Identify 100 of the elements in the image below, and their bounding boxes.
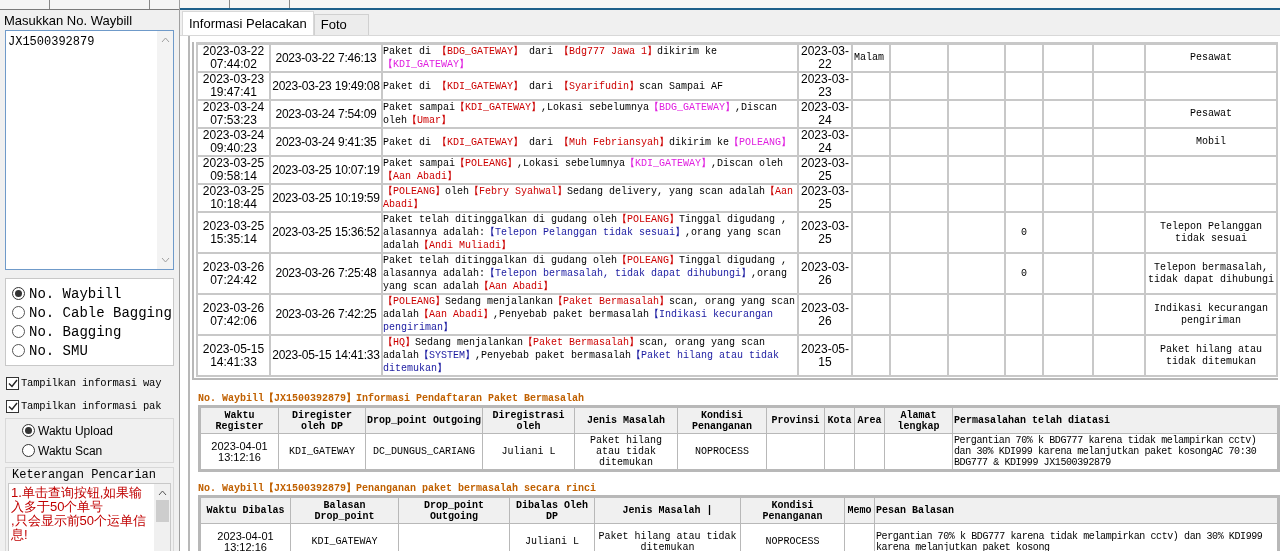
table-cell: 2023-03-26 [798,294,852,335]
radio-option[interactable]: Waktu Upload [22,421,173,440]
table-cell: 2023-04-01 13:12:16 [200,523,291,551]
section-title: No. Waybill【JX1500392879】Penanganan paket bermasalah secara rinci [197,482,598,495]
table-cell: Paket di 【KDI_GATEWAY】 dari 【Muh Febriansyah】dikirim ke【POLEANG】 [382,128,798,156]
column-header: Balasan Drop_point [290,497,399,524]
table-cell: 2023-03-26 7:25:48 [270,253,382,294]
scroll-thumb[interactable] [155,500,169,522]
checkbox-label: Tampilkan informasi pak [21,398,162,414]
table-cell: Telepon Pelanggan tidak sesuai [1145,212,1277,253]
column-header: Waktu Dibalas [200,497,291,524]
table-cell: Paket hilang atau tidak ditemukan [1145,335,1277,376]
table-cell: 0 [1005,212,1043,253]
scrollbar[interactable] [154,484,170,551]
table-cell: 2023-05-15 14:41:33 [270,335,382,376]
table-cell: 2023-03-25 10:18:44 [197,184,270,212]
tab[interactable]: Foto [313,14,369,35]
column-header: Dibalas Oleh DP [509,497,595,524]
radio-option[interactable]: No. SMU [12,341,173,360]
column-header: Jenis Masalah [574,407,678,434]
column-header: Permasalahan telah diatasi [952,407,1278,434]
column-header: Jenis Masalah | [594,497,741,524]
table-cell: Pergantian 70% k BDG777 karena tidak melampirkan cctv) dan 30% KDI999 karena melanjutkan paket kosong [874,523,1278,551]
table-cell: 2023-03-24 [798,100,852,128]
table-cell: 2023-03-25 [798,212,852,253]
radio-option[interactable]: No. Waybill [12,284,173,303]
table-cell: 【POLEANG】oleh【Febry Syahwal】Sedang delivery, yang scan adalah【Aan Abadi】 [382,184,798,212]
table-cell: Telepon bermasalah, tidak dapat dihubungi [1145,253,1277,294]
column-header: Alamat lengkap [884,407,953,434]
column-header: Diregistrasi oleh [482,407,575,434]
table-cell: 2023-03-25 15:36:52 [270,212,382,253]
table-cell: 2023-03-25 10:07:19 [270,156,382,184]
table-cell: 2023-03-24 09:40:23 [197,128,270,156]
table-cell: 2023-03-26 [798,253,852,294]
table-cell: 【HQ】Sedang menjalankan【Paket Bermasalah】scan, orang yang scan adalah【SYSTEM】,Penyebab paket bermasalah【Paket hilang atau tidak ditemukan】 [382,335,798,376]
table-cell: Paket telah ditinggalkan di gudang oleh【POLEANG】Tinggal digudang , alasannya adalah:【Telepon bermasalah, tidak dapat dihubungi】,orang yang scan adalah【Aan Abadi】 [382,253,798,294]
scroll-up-icon[interactable] [157,490,167,496]
table-cell: 2023-03-26 07:24:42 [197,253,270,294]
table-cell: Mobil [1145,128,1277,156]
column-header: Pesan Balasan [874,497,1278,524]
table-cell: 2023-03-25 10:19:59 [270,184,382,212]
table-cell: Indikasi kecurangan pengiriman [1145,294,1277,335]
table-cell: Juliani L [482,433,575,470]
table-cell: Paket sampai【POLEANG】,Lokasi sebelumnya【KDI_GATEWAY】,Discan oleh 【Aan Abadi】 [382,156,798,184]
radio-option[interactable]: No. Cable Bagging [12,303,173,322]
table-cell: 2023-03-24 [798,128,852,156]
table-cell: 2023-03-22 7:46:13 [270,43,382,72]
table-cell: Paket hilang atau tidak ditemukan [574,433,678,470]
column-header: Waktu Register [200,407,279,434]
column-header: Provinsi [766,407,825,434]
scrollbar[interactable] [157,31,173,269]
checkbox[interactable] [6,400,19,413]
table-cell: 2023-03-23 [798,72,852,100]
table-cell: DC_DUNGUS_CARIANG [365,433,483,470]
table-cell: 2023-03-24 7:54:09 [270,100,382,128]
table-cell: Paket sampai【KDI_GATEWAY】,Lokasi sebelumnya【BDG_GATEWAY】,Discan oleh【Umar】 [382,100,798,128]
table-cell: 2023-05-15 [798,335,852,376]
input-label: Masukkan No. Waybill [3,12,134,30]
waybill-input[interactable]: JX1500392879 [5,30,174,270]
table-cell: Malam [852,43,890,72]
radio-option[interactable]: Waktu Scan [22,441,173,460]
table-cell: Pergantian 70% k BDG777 karena tidak melampirkan cctv) dan 30% KDI999 karena melanjutkan paket kosongAC 70:30 BDG777 & KDI999 JX1500392879 [952,433,1278,470]
table-cell: 2023-03-24 07:53:23 [197,100,270,128]
table-cell: NOPROCESS [677,433,767,470]
table-cell: 2023-03-22 07:44:02 [197,43,270,72]
table-cell: 2023-03-25 09:58:14 [197,156,270,184]
table-cell: 2023-04-01 13:12:16 [200,433,279,470]
radio-option[interactable]: No. Bagging [12,322,173,341]
tab[interactable]: Informasi Pelacakan [182,11,314,35]
checkbox-label: Tampilkan informasi way [21,375,162,391]
table-cell: Pesawat [1145,43,1277,72]
table-cell: KDI_GATEWAY [278,433,366,470]
column-header: Kondisi Penanganan [740,497,845,524]
column-header: Kota [824,407,855,434]
table-cell: 2023-03-24 9:41:35 [270,128,382,156]
table-cell: Paket telah ditinggalkan di gudang oleh【POLEANG】Tinggal digudang , alasannya adalah:【Telepon Pelanggan tidak sesuai】,orang yang scan adalah【Andi Muliadi】 [382,212,798,253]
column-header: Area [854,407,885,434]
checkbox[interactable] [6,377,19,390]
table-cell: 2023-03-25 [798,156,852,184]
table-cell: 【POLEANG】Sedang menjalankan【Paket Bermasalah】scan, orang yang scan adalah【Aan Abadi】,Penyebab paket bermasalah【Indikasi kecurangan pengiriman】 [382,294,798,335]
group-title: Keterangan Pencarian [11,468,158,483]
table-cell: 2023-03-25 15:35:14 [197,212,270,253]
column-header: Drop_point Outgoing [365,407,483,434]
table-cell: 2023-03-26 7:42:25 [270,294,382,335]
table-cell: 2023-03-26 07:42:06 [197,294,270,335]
table-cell: Paket di 【BDG_GATEWAY】 dari 【Bdg777 Jawa 1】dikirim ke 【KDI_GATEWAY】 [382,43,798,72]
section-title: No. Waybill【JX1500392879】Informasi Pendaftaran Paket Bermasalah [197,392,586,405]
column-header: Diregister oleh DP [278,407,366,434]
table-cell: Paket di 【KDI_GATEWAY】 dari 【Syarifudin】scan Sampai AF [382,72,798,100]
column-header: Drop_point Outgoing [398,497,510,524]
table-cell: 2023-05-15 14:41:33 [197,335,270,376]
column-header: Memo [844,497,875,524]
table-cell: 2023-03-23 19:47:41 [197,72,270,100]
scroll-down-icon[interactable] [160,257,170,263]
column-header: Kondisi Penanganan [677,407,767,434]
table-cell: 2023-03-23 19:49:08 [270,72,382,100]
table-cell: 2023-03-25 [798,184,852,212]
table-cell: Pesawat [1145,100,1277,128]
table-cell: 0 [1005,253,1043,294]
notes-area[interactable]: 1.单击查询按钮,如果输入多于50个单号 ,只会显示前50个运单信息! [8,483,171,551]
